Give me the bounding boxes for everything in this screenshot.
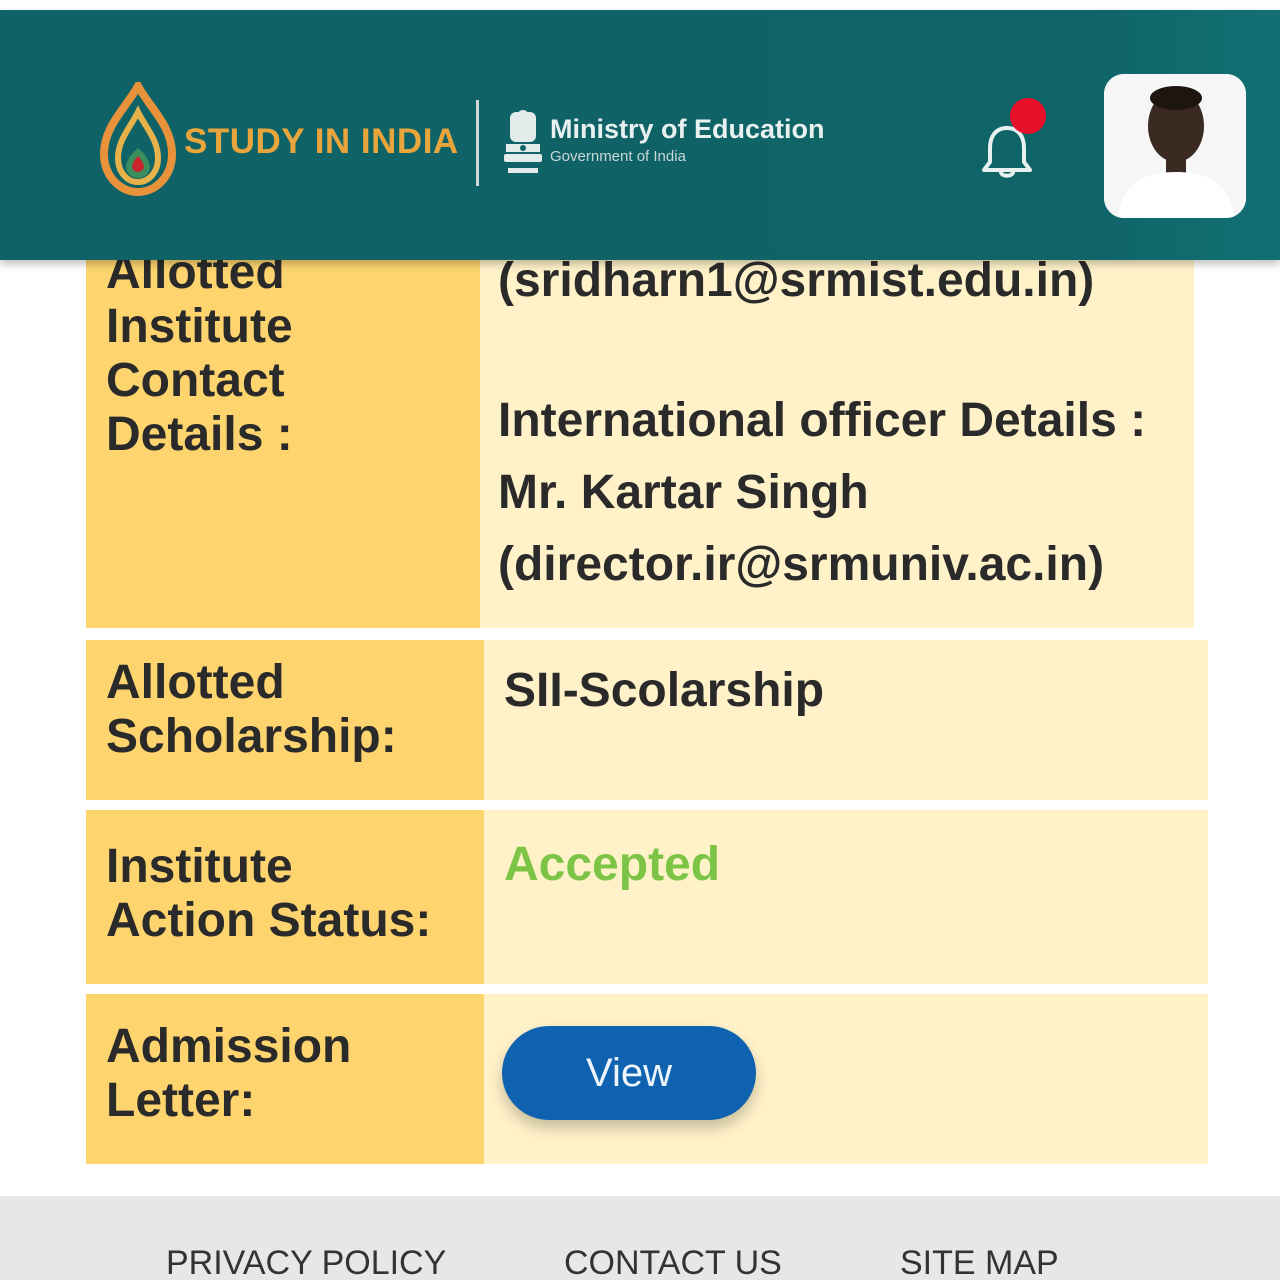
label-line: Allotted [106,656,285,709]
label-line: Scholarship: [106,710,397,763]
avatar-photo-icon [1104,74,1246,218]
contact-details-value-cell: (sridharn1@srmist.edu.in) International … [480,250,1194,628]
national-emblem-icon [504,110,542,173]
label-line: Details : [106,408,293,461]
footer: PRIVACY POLICY CONTACT US SITE MAP [0,1196,1280,1283]
scholarship-value: SII-Scolarship [504,664,825,717]
brand-name: STUDY IN INDIA [184,122,459,161]
ministry-subtitle: Government of India [550,148,686,165]
scholarship-label-cell: Allotted Scholarship: [86,640,484,800]
contact-details-label-cell: Allotted Institute Contact Details : [86,246,480,628]
admission-letter-label-cell: Admission Letter: [86,994,484,1164]
privacy-policy-link[interactable]: PRIVACY POLICY [166,1244,446,1283]
label-line: Letter: [106,1074,256,1127]
admission-letter-row: Admission Letter: View [86,994,1208,1164]
label-line: Action Status: [106,894,432,947]
notification-badge [1010,98,1046,134]
admission-letter-value-cell: View [484,994,1208,1164]
view-admission-letter-button[interactable]: View [502,1026,756,1120]
label-line: Institute [106,300,293,353]
status-accepted-text: Accepted [504,838,721,891]
ministry-title: Ministry of Education [550,114,825,144]
action-status-label: Institute Action Status: [106,840,431,948]
header-divider [476,100,479,186]
action-status-label-cell: Institute Action Status: [86,810,484,984]
site-map-link[interactable]: SITE MAP [900,1244,1059,1283]
international-officer-name: Mr. Kartar Singh [498,466,869,519]
user-avatar[interactable] [1104,74,1246,218]
contact-us-link[interactable]: CONTACT US [564,1244,782,1283]
admission-letter-label: Admission Letter: [106,1020,351,1128]
international-officer-heading: International officer Details : [498,394,1147,447]
action-status-row: Institute Action Status: Accepted [86,810,1208,984]
top-header: STUDY IN INDIA Ministry of Education Gov… [0,10,1280,260]
international-officer-email[interactable]: (director.ir@srmuniv.ac.in) [498,538,1104,592]
label-line: Contact [106,354,285,407]
scholarship-row: Allotted Scholarship: SII-Scolarship [86,640,1208,800]
institute-contact-email[interactable]: (sridharn1@srmist.edu.in) [498,254,1094,308]
action-status-value-cell: Accepted [484,810,1208,984]
contact-details-label: Allotted Institute Contact Details : [106,246,293,462]
scholarship-label: Allotted Scholarship: [106,656,397,764]
scholarship-value-cell: SII-Scolarship [484,640,1208,800]
contact-details-row: Allotted Institute Contact Details : (sr… [86,246,1194,628]
label-line: Institute [106,840,293,893]
label-line: Admission [106,1020,352,1073]
study-in-india-logo-icon[interactable] [98,82,178,198]
